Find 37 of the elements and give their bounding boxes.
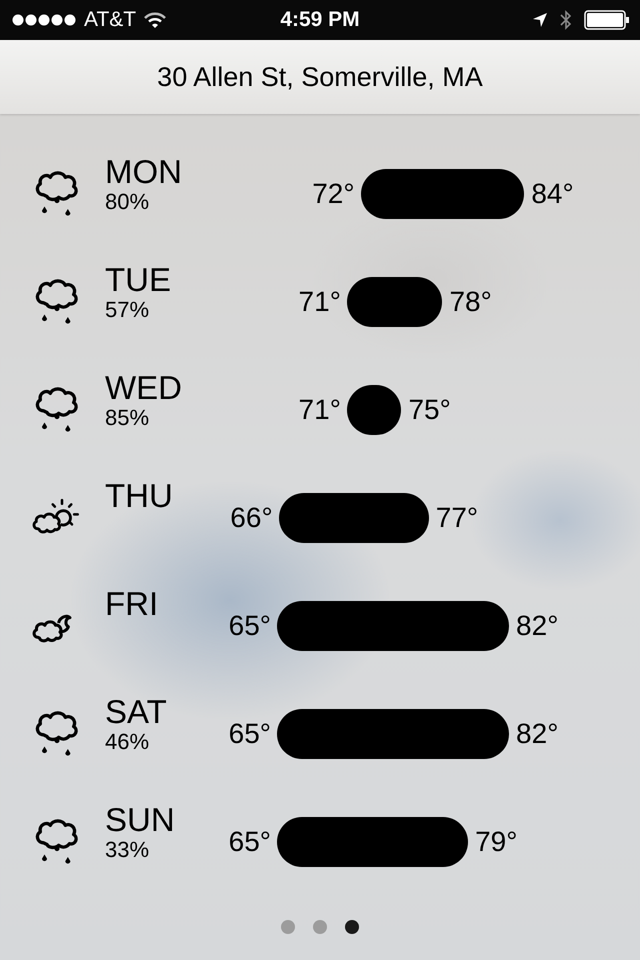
day-name: SUN <box>105 802 176 838</box>
clock-time: 4:59 PM <box>280 8 360 32</box>
day-name: THU <box>105 478 174 514</box>
high-temperature: 82° <box>515 718 558 750</box>
location-arrow-icon <box>532 12 548 28</box>
battery-icon <box>584 10 630 30</box>
wifi-icon <box>144 12 166 28</box>
rain-chance: 33% <box>105 838 150 862</box>
rain-chance: 46% <box>105 730 150 754</box>
low-temperature: 65° <box>228 826 271 858</box>
carrier-name: AT&T <box>84 8 136 32</box>
low-temperature: 72° <box>312 178 355 210</box>
rain-chance: 80% <box>105 190 150 214</box>
high-temperature: 75° <box>407 394 451 426</box>
low-temperature: 66° <box>230 502 273 534</box>
low-temperature: 71° <box>298 394 341 426</box>
high-temperature: 78° <box>448 286 492 318</box>
high-temperature: 82° <box>515 610 558 642</box>
page-dot[interactable] <box>281 920 295 934</box>
location-title[interactable]: 30 Allen St, Somerville, MA <box>157 62 483 92</box>
signal-icon <box>12 14 76 26</box>
day-name: MON <box>105 154 183 190</box>
high-temperature: 77° <box>434 502 478 534</box>
bluetooth-icon <box>560 9 572 31</box>
page-dot[interactable] <box>313 920 327 934</box>
day-name: SAT <box>105 694 168 730</box>
page-dot[interactable] <box>345 920 359 934</box>
high-temperature: 84° <box>530 178 574 210</box>
low-temperature: 65° <box>228 610 271 642</box>
rain-chance: 57% <box>105 298 150 322</box>
day-name: WED <box>105 370 183 406</box>
high-temperature: 79° <box>474 826 518 858</box>
day-name: FRI <box>105 586 160 622</box>
low-temperature: 65° <box>228 718 271 750</box>
day-name: TUE <box>105 262 172 298</box>
low-temperature: 71° <box>298 286 341 318</box>
rain-chance: 85% <box>105 406 150 430</box>
